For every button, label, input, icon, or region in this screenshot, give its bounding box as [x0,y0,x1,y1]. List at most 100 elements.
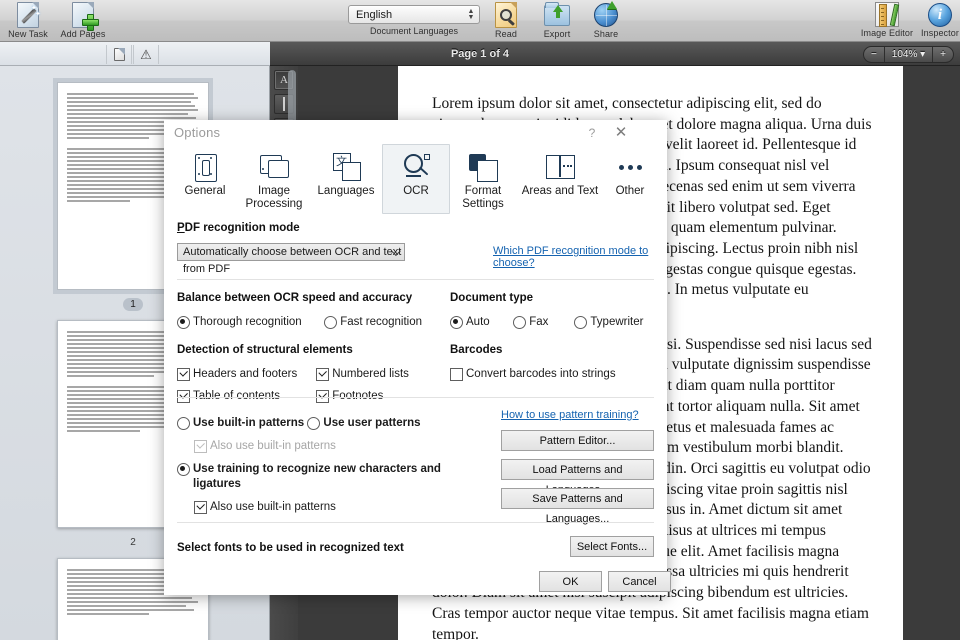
tab-label-ocr: OCR [387,185,445,198]
divider-3 [177,522,654,523]
new-task-icon: ✦ ✦ [17,2,39,28]
ocr-icon [400,152,432,182]
save-patterns-button[interactable]: Save Patterns and Languages... [501,488,654,509]
radio-doctype-typewriter[interactable]: Typewriter [574,315,643,330]
checkbox-label-convert-barcodes: Convert barcodes into strings [466,368,616,380]
share-icon [594,3,618,27]
checkbox-headers-and-footers[interactable]: Headers and footers [177,367,313,382]
toolbar-button-new-task[interactable]: ✦ ✦ New Task [4,2,52,39]
checkbox-label-headers-and-footers: Headers and footers [193,368,297,380]
radio-doctype-fax[interactable]: Fax [513,315,571,330]
radio-use-user-patterns[interactable]: Use user patterns [307,416,420,431]
radio-use-builtin-patterns[interactable]: Use built-in patterns [177,416,304,431]
toolbar-label-new-task: New Task [4,29,52,39]
tab-label-general: General [177,185,233,198]
pdf-mode-heading-text: DF recognition mode [185,222,300,234]
load-patterns-button[interactable]: Load Patterns and Languages... [501,459,654,480]
read-icon [495,2,517,28]
help-icon[interactable]: ? [584,125,600,141]
toolbar-button-inspector[interactable]: i Inspector [920,2,960,38]
pdf-recognition-mode-select[interactable]: Automatically choose between OCR and tex… [177,243,405,261]
zoom-out-button[interactable]: − [864,47,884,62]
tab-label-image-processing-2: Processing [243,198,305,211]
document-language-value: English [356,9,392,21]
add-pages-icon [72,2,94,28]
toolbar-button-read[interactable]: Read [486,2,526,39]
tab-ocr[interactable]: OCR [382,144,450,214]
radio-doctype-auto[interactable]: Auto [450,315,510,330]
pattern-training-help-link[interactable]: How to use pattern training? [501,409,639,421]
balance-heading: Balance between OCR speed and accuracy [177,292,437,304]
checkbox-label-also-use-builtin-2: Also use built-in patterns [210,501,336,513]
radio-label-thorough: Thorough recognition [193,316,302,328]
barcodes-heading: Barcodes [450,344,660,356]
format-settings-icon [467,152,499,182]
image-processing-icon [258,152,290,182]
pattern-editor-button[interactable]: Pattern Editor... [501,430,654,451]
checkbox-also-use-builtin-patterns-1: Also use built-in patterns [194,439,336,454]
checkbox-label-footnotes: Footnotes [332,390,383,402]
toolbar-label-read: Read [486,29,526,39]
toolbar-button-share[interactable]: Share [584,2,628,39]
page-indicator: Page 1 of 4 [0,42,960,66]
inspector-icon: i [928,3,952,27]
general-icon [189,152,221,182]
divider-2 [177,397,654,398]
zoom-controls[interactable]: − 104% ▾ + [863,46,954,63]
tab-label-image-processing-1: Image [243,185,305,198]
tab-label-format-2: Settings [455,198,511,211]
languages-icon: 文A [330,152,362,182]
options-dialog: Options ? ✕ General Image Processing [164,120,667,595]
radio-label-auto: Auto [466,316,490,328]
document-language-caption: Document Languages [348,26,480,36]
export-icon [544,5,570,26]
dialog-title: Options [174,125,220,140]
radio-label-use-user-patterns: Use user patterns [323,417,420,429]
zoom-in-button[interactable]: + [933,47,953,62]
tab-label-areas-and-text: Areas and Text [521,185,599,198]
checkbox-label-table-of-contents: Table of contents [193,390,280,402]
table-grid-icon [283,97,285,111]
structural-heading: Detection of structural elements [177,344,447,356]
pdf-mode-help-link[interactable]: Which PDF recognition mode to choose? [493,245,667,269]
radio-label-fast: Fast recognition [340,316,422,328]
toolbar-button-image-editor[interactable]: Image Editor [856,2,918,38]
checkbox-convert-barcodes[interactable]: Convert barcodes into strings [450,367,616,382]
dialog-tabs: General Image Processing 文A Languages [172,144,659,214]
pdf-mode-heading: PDF recognition mode [177,222,405,234]
ok-button[interactable]: OK [539,571,602,592]
radio-label-use-builtin-patterns: Use built-in patterns [193,417,304,429]
toolbar-label-inspector: Inspector [920,28,960,38]
radio-label-use-training: Use training to recognize new characters… [193,463,441,490]
tab-format-settings[interactable]: Format Settings [450,144,516,214]
image-editor-icon [875,2,899,27]
select-fonts-button[interactable]: Select Fonts... [570,536,654,557]
checkbox-numbered-lists[interactable]: Numbered lists [316,367,409,382]
document-language-select[interactable]: English ▲▼ [348,5,480,24]
toolbar-label-export: Export [534,29,580,39]
checkbox-label-numbered-lists: Numbered lists [332,368,409,380]
divider-1 [177,279,654,280]
zoom-level-value[interactable]: 104% ▾ [885,47,932,62]
main-toolbar: ✦ ✦ New Task Add Pages English ▲▼ Docume… [0,0,960,42]
radio-fast-recognition[interactable]: Fast recognition [324,315,422,330]
radio-use-training[interactable]: Use training to recognize new characters… [177,462,477,492]
tab-image-processing[interactable]: Image Processing [238,144,310,214]
checkbox-label-also-use-builtin-1: Also use built-in patterns [210,440,336,452]
close-icon[interactable]: ✕ [612,124,630,142]
cancel-button[interactable]: Cancel [608,571,671,592]
tab-general[interactable]: General [172,144,238,214]
checkbox-also-use-builtin-patterns-2[interactable]: Also use built-in patterns [194,500,336,515]
tab-label-languages: Languages [315,185,377,198]
tab-label-format-1: Format [455,185,511,198]
tab-other[interactable]: Other [604,144,656,214]
radio-label-typewriter: Typewriter [590,316,643,328]
radio-label-fax: Fax [529,316,548,328]
toolbar-button-export[interactable]: Export [534,2,580,39]
tab-languages[interactable]: 文A Languages [310,144,382,214]
toolbar-button-add-pages[interactable]: Add Pages [56,2,110,39]
areas-and-text-icon [544,152,576,182]
radio-thorough-recognition[interactable]: Thorough recognition [177,315,321,330]
doctype-heading: Document type [450,292,660,304]
tab-areas-and-text[interactable]: Areas and Text [516,144,604,214]
